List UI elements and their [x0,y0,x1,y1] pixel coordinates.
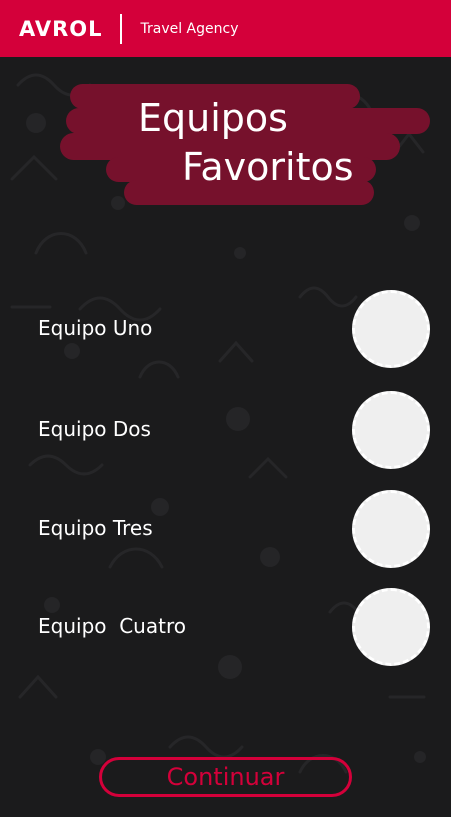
team-row-2: Equipo Dos [0,385,451,469]
app-header: AVROL Travel Agency [0,0,451,57]
brand-tagline: Travel Agency [140,20,239,37]
team-slot-4[interactable] [352,588,430,666]
team-row-1: Equipo Uno [0,284,451,368]
brand-logo[interactable]: AVROL [19,17,102,41]
title-line-1: Equipos [138,96,288,140]
team-slot-2[interactable] [352,391,430,469]
team-label-4: Equipo Cuatro [38,614,186,638]
continue-button[interactable]: Continuar [99,757,352,797]
team-label-2: Equipo Dos [38,417,151,441]
team-slot-3[interactable] [352,490,430,568]
title-line-2: Favoritos [182,145,354,189]
team-slot-1[interactable] [352,290,430,368]
page-title: Equipos Favoritos [60,84,430,208]
app-screen: AVROL Travel Agency Equipos Favoritos Eq… [0,0,451,817]
team-label-3: Equipo Tres [38,516,153,540]
team-row-4: Equipo Cuatro [0,582,451,666]
header-divider [120,13,123,44]
team-label-1: Equipo Uno [38,316,153,340]
team-row-3: Equipo Tres [0,484,451,568]
